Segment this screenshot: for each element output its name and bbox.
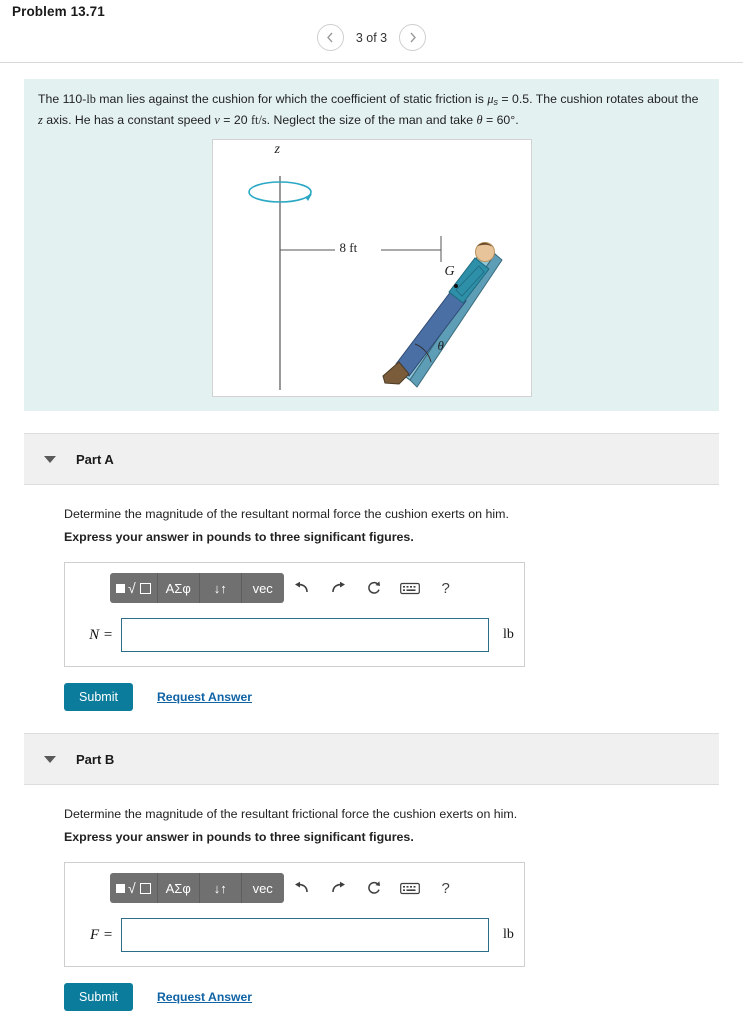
- figure-wrapper: z 8 ft G θ: [38, 139, 705, 397]
- statement-seg-2: man lies against the cushion for which t…: [95, 92, 488, 106]
- pagination: 3 of 3: [0, 24, 743, 51]
- greek-symbols-button-a[interactable]: ΑΣφ: [157, 573, 200, 603]
- part-b-toolbar: √ ΑΣφ ↓↑ vec ?: [110, 873, 524, 903]
- figure-angle-label-theta: θ: [437, 338, 444, 353]
- empty-square-icon: [139, 582, 151, 594]
- part-b-body: Determine the magnitude of the resultant…: [0, 807, 743, 1011]
- top-bar: Problem 13.71 3 of 3: [0, 0, 743, 63]
- part-a-instruction: Express your answer in pounds to three s…: [64, 530, 414, 544]
- reset-button-a[interactable]: [356, 573, 392, 603]
- part-a-request-answer-link[interactable]: Request Answer: [157, 690, 252, 704]
- part-b-input-row: F = lb: [65, 918, 524, 952]
- part-a-body: Determine the magnitude of the resultant…: [0, 507, 743, 711]
- problem-statement-card: The 110-lb man lies against the cushion …: [24, 79, 719, 411]
- keyboard-icon: [399, 882, 420, 894]
- redo-button-a[interactable]: [320, 573, 356, 603]
- part-a-title: Part A: [76, 451, 114, 467]
- chevron-left-icon: [327, 32, 333, 43]
- page-title: Problem 13.71: [12, 4, 105, 19]
- chevron-right-icon: [410, 32, 416, 43]
- statement-seg-7: . Neglect the size of the man and take: [266, 112, 477, 127]
- statement-seg-4: about the: [647, 92, 699, 106]
- help-button-a[interactable]: ?: [428, 573, 464, 603]
- problem-figure: z 8 ft G θ: [211, 139, 532, 397]
- part-a-input-row: N = lb: [65, 618, 524, 652]
- keyboard-icon: [399, 582, 420, 594]
- redo-arrow-icon: [331, 581, 345, 593]
- statement-unit-lb: lb: [86, 92, 96, 106]
- vector-button-b[interactable]: vec: [241, 873, 284, 903]
- part-a-prompt: Determine the magnitude of the resultant…: [64, 507, 509, 521]
- reset-circular-arrow-icon: [367, 881, 380, 894]
- part-b-title: Part B: [76, 751, 115, 767]
- statement-seg-5: axis. He has a constant speed: [42, 112, 215, 127]
- collapse-caret-icon-part-a[interactable]: [44, 455, 56, 463]
- part-b-prompt: Determine the magnitude of the resultant…: [64, 807, 518, 821]
- sort-arrows-button-b[interactable]: ↓↑: [199, 873, 242, 903]
- radical-icon: √: [128, 880, 136, 896]
- figure-dimension-label: 8 ft: [336, 240, 361, 256]
- part-b-answer-box: √ ΑΣφ ↓↑ vec ? F = lb: [64, 862, 525, 967]
- part-a-submit-button[interactable]: Submit: [64, 683, 133, 711]
- statement-seg-9: .: [515, 112, 519, 127]
- reset-circular-arrow-icon: [367, 581, 380, 594]
- help-button-b[interactable]: ?: [428, 873, 464, 903]
- part-a-variable-label: N =: [89, 626, 113, 643]
- statement-seg-1: The 110-: [38, 92, 87, 106]
- statement-seg-8: = 60: [482, 112, 511, 127]
- filled-square-icon: [116, 883, 125, 893]
- filled-square-icon: [116, 583, 125, 593]
- empty-square-icon: [139, 882, 151, 894]
- part-b-submit-button[interactable]: Submit: [64, 983, 133, 1011]
- redo-button-b[interactable]: [320, 873, 356, 903]
- statement-seg-3: = 0.5. The cushion rotates: [498, 92, 644, 106]
- collapse-caret-icon-part-b[interactable]: [44, 755, 56, 763]
- figure-svg: [247, 176, 503, 390]
- part-b-actions: Submit Request Answer: [64, 983, 719, 1011]
- page-indicator: 3 of 3: [355, 30, 388, 45]
- part-a-header[interactable]: Part A: [24, 433, 719, 485]
- undo-arrow-icon: [294, 881, 308, 893]
- vector-button-a[interactable]: vec: [241, 573, 284, 603]
- part-b-answer-input[interactable]: [121, 918, 489, 952]
- undo-arrow-icon: [294, 581, 308, 593]
- part-b-instruction: Express your answer in pounds to three s…: [64, 830, 414, 844]
- math-template-button-a[interactable]: √: [110, 573, 158, 603]
- figure-point-label-g: G: [444, 264, 455, 279]
- greek-symbols-button-b[interactable]: ΑΣφ: [157, 873, 200, 903]
- part-a-actions: Submit Request Answer: [64, 683, 719, 711]
- part-a-answer-input[interactable]: [121, 618, 489, 652]
- statement-unit-ftps: ft/s: [250, 112, 267, 127]
- undo-button-a[interactable]: [284, 573, 320, 603]
- reset-button-b[interactable]: [356, 873, 392, 903]
- undo-button-b[interactable]: [284, 873, 320, 903]
- next-problem-button[interactable]: [399, 24, 427, 51]
- keyboard-button-b[interactable]: [392, 873, 428, 903]
- statement-seg-6: = 20: [219, 112, 251, 127]
- problem-page: Problem 13.71 3 of 3 The 110-lb man lies…: [0, 0, 743, 1011]
- part-b-variable-label: F =: [89, 926, 113, 943]
- part-b-header[interactable]: Part B: [24, 733, 719, 785]
- radical-icon: √: [128, 580, 136, 596]
- figure-axis-label-z: z: [274, 142, 280, 157]
- keyboard-button-a[interactable]: [392, 573, 428, 603]
- math-template-button-b[interactable]: √: [110, 873, 158, 903]
- part-a-toolbar: √ ΑΣφ ↓↑ vec ?: [110, 573, 524, 603]
- part-b-request-answer-link[interactable]: Request Answer: [157, 990, 252, 1004]
- part-b-unit-label: lb: [503, 927, 514, 942]
- part-a-answer-box: √ ΑΣφ ↓↑ vec ? N = lb: [64, 562, 525, 667]
- part-a-unit-label: lb: [503, 627, 514, 642]
- redo-arrow-icon: [331, 881, 345, 893]
- sort-arrows-button-a[interactable]: ↓↑: [199, 573, 242, 603]
- problem-statement-text: The 110-lb man lies against the cushion …: [38, 91, 705, 129]
- prev-problem-button[interactable]: [316, 24, 344, 51]
